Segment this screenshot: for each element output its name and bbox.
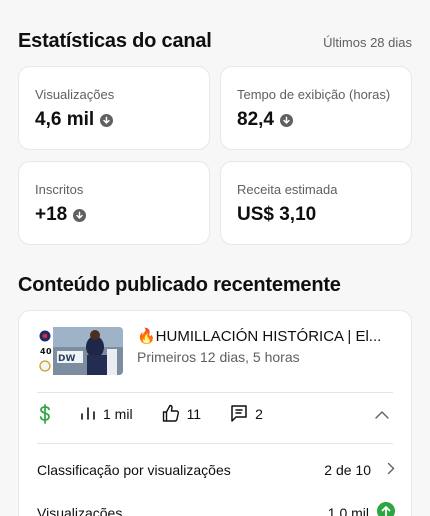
views-row-value: 1,0 mil [327,504,369,516]
trend-down-icon [73,208,87,222]
stat-card-subscribers[interactable]: Inscritos +18 [18,161,210,245]
stat-card-watch-time[interactable]: Tempo de exibição (horas) 82,4 [220,66,412,150]
comment-icon [229,403,249,426]
dollar-icon [37,404,53,424]
video-metrics-row: 1 mil 11 2 [37,393,393,435]
ranking-row[interactable]: Classificação por visualizações 2 de 10 [37,462,395,478]
bar-chart-icon [79,405,97,424]
period-selector[interactable]: Últimos 28 dias [323,35,412,50]
chevron-up-icon[interactable] [371,403,393,425]
channel-stats-title: Estatísticas do canal [18,30,212,52]
comments-metric: 2 [229,403,263,426]
trend-down-icon [279,113,293,127]
stat-value-views: 4,6 mil [35,109,95,130]
likes-metric: 11 [161,403,202,426]
stat-label-views: Visualizações [35,87,115,102]
ranking-value: 2 de 10 [324,462,371,478]
divider [37,443,393,444]
video-age: Primeiros 12 dias, 5 horas [137,349,300,365]
svg-text:DW: DW [58,354,75,364]
stat-label-subscribers: Inscritos [35,182,84,197]
comments-count: 2 [255,406,263,422]
views-row: Visualizações 1,0 mil [37,502,395,516]
stat-value-revenue: US$ 3,10 [237,204,317,225]
recent-content-header: Conteúdo publicado recentemente [18,274,412,297]
svg-text:0: 0 [46,347,52,356]
video-thumbnail[interactable]: 4 0 DW [37,327,123,375]
stat-label-watch-time: Tempo de exibição (horas) [237,87,391,102]
ranking-label: Classificação por visualizações [37,462,231,478]
views-count: 1 mil [103,406,133,422]
views-row-label: Visualizações [37,504,123,516]
trend-down-icon [100,113,114,127]
stat-label-revenue: Receita estimada [237,182,338,197]
chevron-right-icon [387,462,395,478]
stat-value-subscribers: +18 [35,204,68,225]
recent-content-title: Conteúdo publicado recentemente [18,274,341,296]
likes-count: 11 [186,406,202,422]
trend-up-icon [377,502,395,516]
video-title[interactable]: 🔥HUMILLACIÓN HISTÓRICA | El... [137,327,395,345]
video-card: 4 0 DW 🔥HUMILLACIÓN HISTÓRICA | El... Pr… [18,310,412,516]
stat-card-views[interactable]: Visualizações 4,6 mil [18,66,210,150]
views-metric: 1 mil [79,405,133,424]
channel-stats-header: Estatísticas do canal Últimos 28 dias [18,30,412,53]
stat-value-watch-time: 82,4 [237,109,274,130]
thumbs-up-icon [161,403,181,426]
stat-card-revenue[interactable]: Receita estimada US$ 3,10 [220,161,412,245]
